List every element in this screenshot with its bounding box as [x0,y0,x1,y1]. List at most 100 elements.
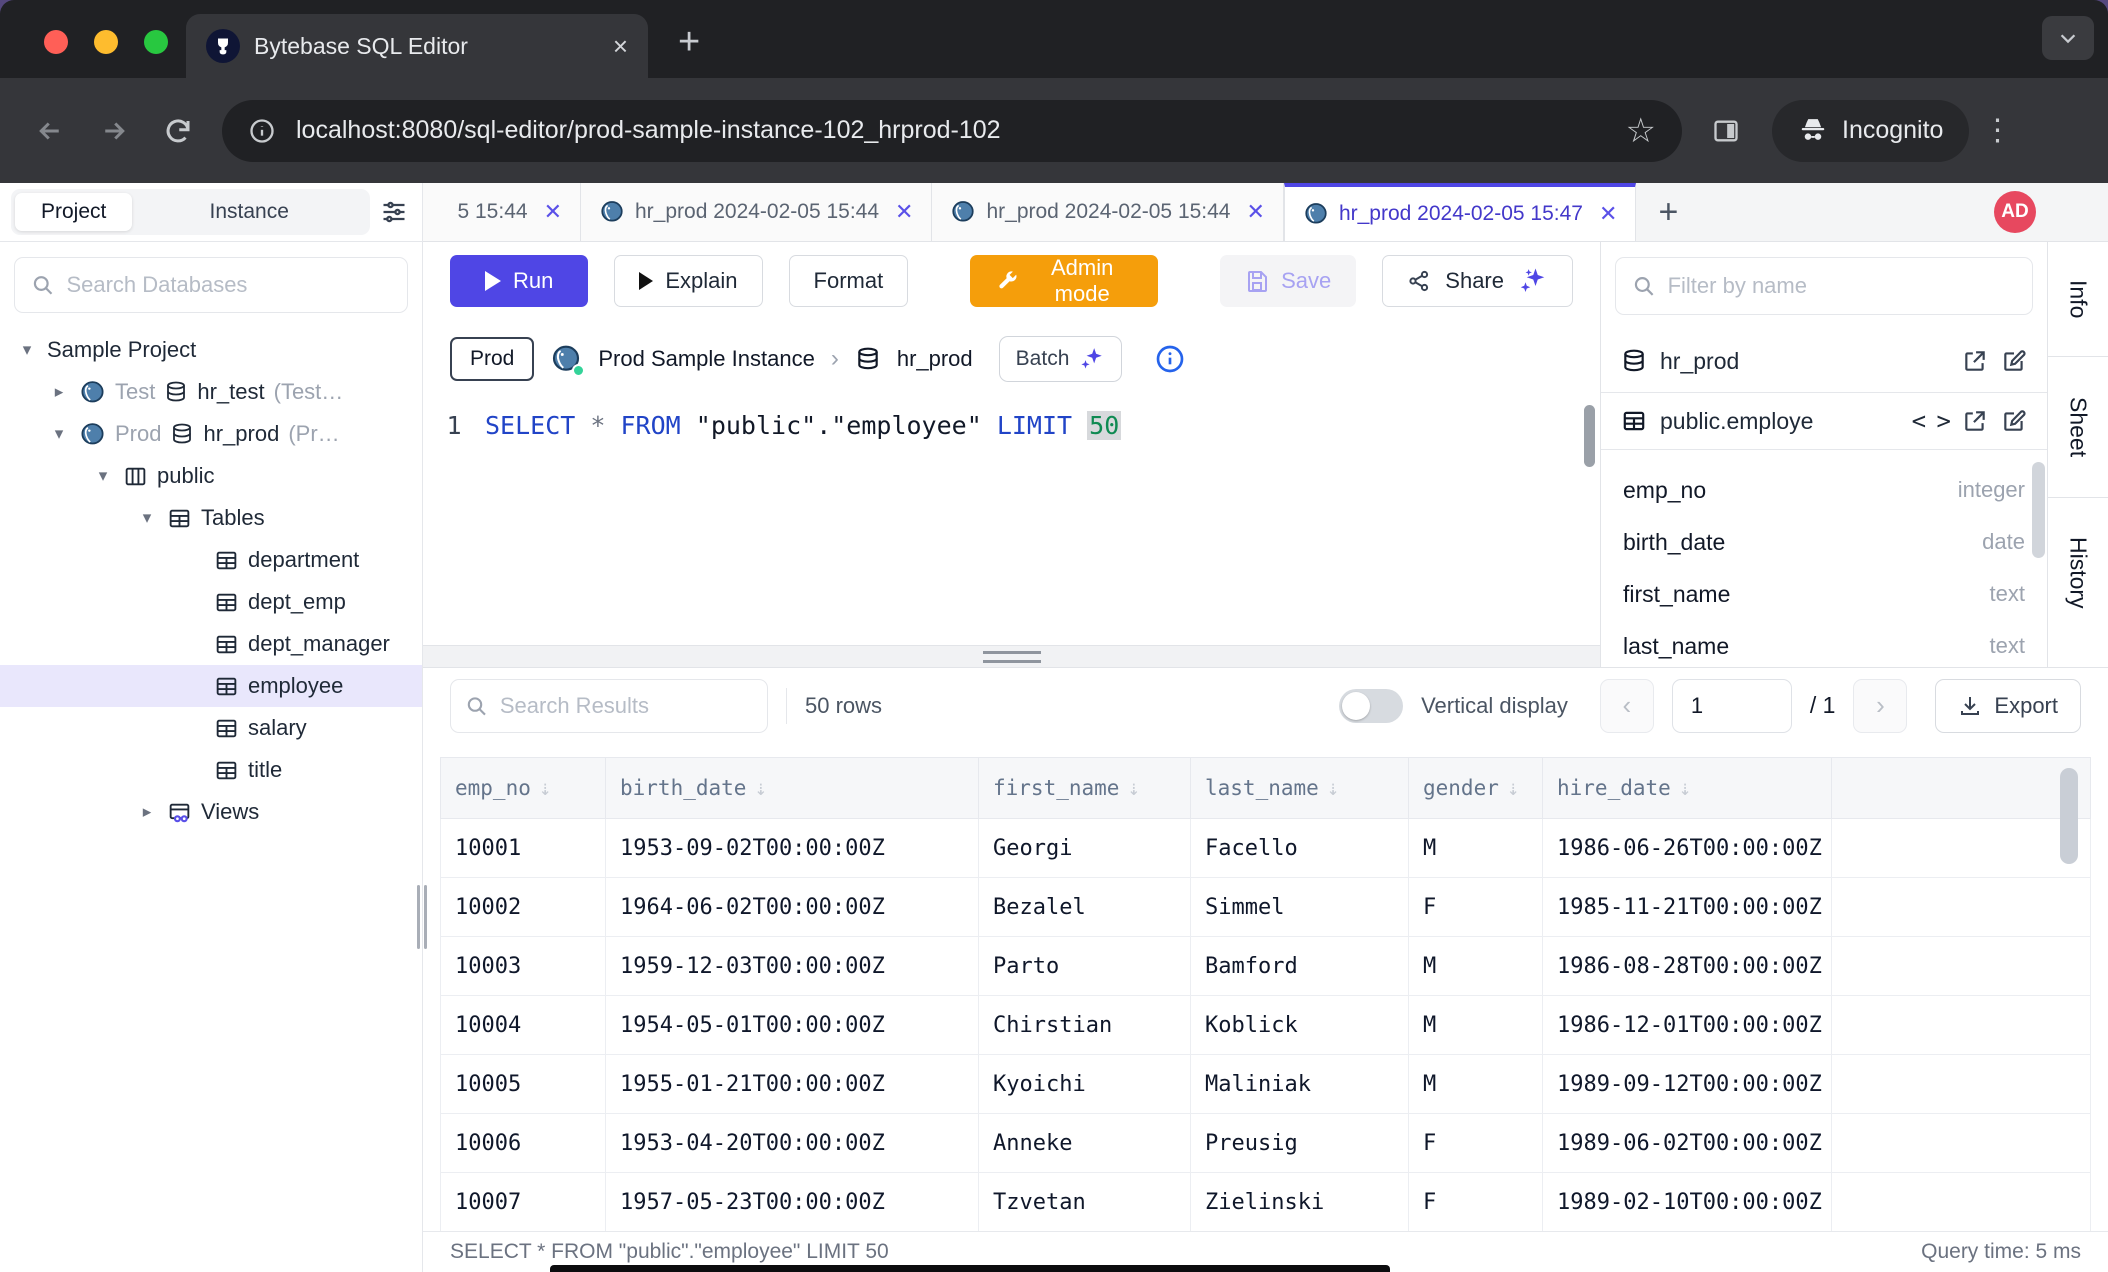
explain-button[interactable]: Explain [614,255,762,307]
table-row[interactable]: 100041954-05-01T00:00:00ZChirstianKoblic… [441,996,2091,1055]
schema-filter[interactable] [1615,257,2033,315]
table-row[interactable]: 100011953-09-02T00:00:00ZGeorgiFacelloM1… [441,819,2091,878]
url-bar[interactable]: localhost:8080/sql-editor/prod-sample-in… [222,100,1682,162]
new-query-tab-button[interactable]: + [1636,183,1700,241]
close-tab-icon[interactable]: ✕ [1599,201,1617,227]
sql-editor[interactable]: 1 SELECT * FROM "public"."employee" LIMI… [423,397,1600,645]
tree-item-table-salary[interactable]: salary [0,707,422,749]
new-tab-button[interactable]: + [678,21,700,64]
edit-icon[interactable] [2001,408,2027,434]
column-row[interactable]: first_name text [1623,568,2025,620]
format-button[interactable]: Format [789,255,909,307]
side-panel-icon[interactable] [1698,103,1754,159]
back-icon[interactable] [22,103,78,159]
info-icon[interactable] [1154,343,1186,375]
table-row[interactable]: 100061953-04-20T00:00:00ZAnnekePreusigF1… [441,1114,2091,1173]
column-row[interactable]: last_name text [1623,620,2025,667]
open-external-icon[interactable] [1962,408,1988,434]
column-header[interactable]: first_name⇣ [979,758,1191,819]
close-tab-icon[interactable]: ✕ [544,199,562,225]
caret-down-icon[interactable]: ▾ [16,340,38,360]
ai-sparkle-icon[interactable] [1518,266,1548,296]
caret-right-icon[interactable]: ▸ [48,382,70,402]
tree-item-schema-public[interactable]: ▾ public [0,455,422,497]
export-button[interactable]: Export [1935,679,2081,733]
tree-item-table-department[interactable]: department [0,539,422,581]
query-tab-3[interactable]: hr_prod 2024-02-05 15:44 ✕ [932,183,1283,241]
results-search[interactable] [450,679,768,733]
tree-item-table-dept-manager[interactable]: dept_manager [0,623,422,665]
forward-icon[interactable] [86,103,142,159]
rail-tab-info[interactable]: Info [2048,242,2108,357]
column-header[interactable]: gender⇣ [1409,758,1543,819]
column-header[interactable]: last_name⇣ [1191,758,1409,819]
caret-down-icon[interactable]: ▾ [48,424,70,444]
query-tab-1[interactable]: 5 15:44 ✕ [423,183,581,241]
database-search[interactable] [14,257,408,313]
table-row[interactable]: 100051955-01-21T00:00:00ZKyoichiMaliniak… [441,1055,2091,1114]
batch-button[interactable]: Batch [999,336,1123,382]
tree-item-views-group[interactable]: ▸ Views [0,791,422,833]
editor-scrollbar[interactable] [1584,405,1595,467]
sort-icon[interactable]: ⇣ [1679,776,1692,800]
reload-icon[interactable] [150,103,206,159]
split-drag-handle[interactable] [423,645,1600,667]
table-row[interactable]: 100071957-05-23T00:00:00ZTzvetanZielinsk… [441,1173,2091,1232]
browser-tab[interactable]: Bytebase SQL Editor × [186,14,648,78]
tree-settings-icon[interactable] [380,198,408,226]
admin-mode-button[interactable]: Admin mode [970,255,1158,307]
minimize-window-button[interactable] [94,30,118,54]
filter-by-name-input[interactable] [1668,273,2016,299]
next-page-button[interactable]: › [1853,679,1907,733]
run-button[interactable]: Run [450,255,588,307]
sort-icon[interactable]: ⇣ [539,776,552,800]
tree-item-hr-prod[interactable]: ▾ Prod hr_prod (Pr… [0,413,422,455]
save-button[interactable]: Save [1220,255,1356,307]
vertical-display-toggle[interactable] [1339,689,1403,723]
tree-item-project[interactable]: ▾ Sample Project [0,329,422,371]
bookmark-star-icon[interactable]: ☆ [1626,111,1656,151]
rail-tab-history[interactable]: History [2048,498,2108,648]
tab-instance[interactable]: Instance [132,193,366,231]
edit-icon[interactable] [2001,348,2027,374]
tree-item-table-employee[interactable]: employee [0,665,422,707]
search-databases-input[interactable] [66,272,391,298]
panel-table-row[interactable]: public.employe < > [1601,392,2047,450]
database-name[interactable]: hr_prod [897,346,973,372]
user-avatar[interactable]: AD [1994,191,2036,233]
table-row[interactable]: 100021964-06-02T00:00:00ZBezalelSimmelF1… [441,878,2091,937]
caret-right-icon[interactable]: ▸ [136,802,158,822]
caret-down-icon[interactable]: ▾ [136,508,158,528]
tree-item-table-title[interactable]: title [0,749,422,791]
column-header[interactable]: birth_date⇣ [606,758,979,819]
prev-page-button[interactable]: ‹ [1600,679,1654,733]
instance-name[interactable]: Prod Sample Instance [598,346,814,372]
sort-icon[interactable]: ⇣ [1507,776,1520,800]
table-row[interactable]: 100031959-12-03T00:00:00ZPartoBamfordM19… [441,937,2091,996]
zoom-window-button[interactable] [144,30,168,54]
share-button[interactable]: Share [1382,255,1573,307]
column-header[interactable]: emp_no⇣ [441,758,606,819]
sort-icon[interactable]: ⇣ [1127,776,1140,800]
page-number-input[interactable] [1672,679,1792,733]
caret-down-icon[interactable]: ▾ [92,466,114,486]
query-tab-4-active[interactable]: hr_prod 2024-02-05 15:47 ✕ [1284,183,1636,241]
search-results-input[interactable] [500,693,753,719]
close-window-button[interactable] [44,30,68,54]
tree-item-tables-group[interactable]: ▾ Tables [0,497,422,539]
query-tab-2[interactable]: hr_prod 2024-02-05 15:44 ✕ [581,183,932,241]
view-ddl-icon[interactable]: < > [1912,407,1949,435]
panel-database-row[interactable]: hr_prod [1601,330,2047,392]
window-controls[interactable] [44,30,168,54]
site-info-icon[interactable] [248,117,276,145]
close-tab-icon[interactable]: ✕ [895,199,913,225]
column-header[interactable]: hire_date⇣ [1543,758,1832,819]
sort-icon[interactable]: ⇣ [754,776,767,800]
tree-item-hr-test[interactable]: ▸ Test hr_test (Test… [0,371,422,413]
column-row[interactable]: emp_no integer [1623,464,2025,516]
close-tab-icon[interactable]: ✕ [1247,199,1265,225]
sort-icon[interactable]: ⇣ [1327,776,1340,800]
rail-tab-sheet[interactable]: Sheet [2048,357,2108,498]
tab-search-button[interactable] [2042,16,2094,60]
column-row[interactable]: birth_date date [1623,516,2025,568]
